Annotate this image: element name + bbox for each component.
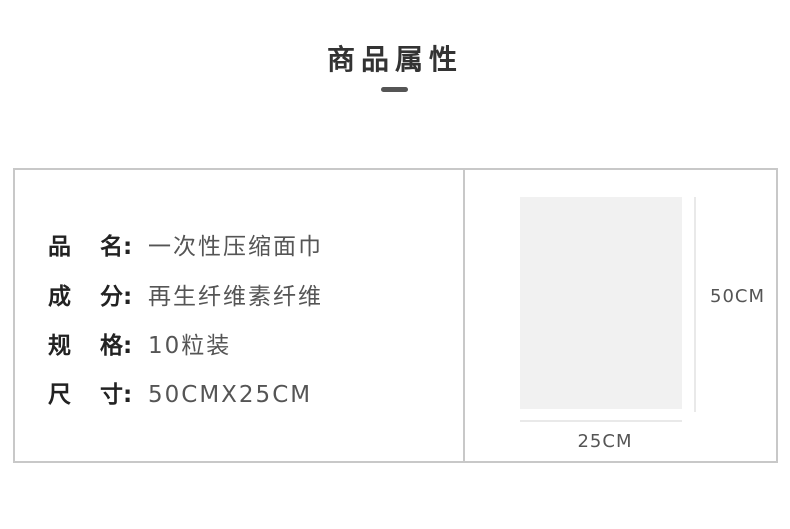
attribute-label-rest: 格: — [100, 333, 133, 359]
attribute-label-rest: 分: — [100, 284, 133, 310]
attribute-label-rest: 名: — [100, 234, 133, 260]
attribute-value: 再生纤维素纤维 — [148, 284, 323, 310]
attribute-row-size: 尺 寸: 50CMX25CM — [48, 379, 312, 411]
height-dimension-label: 50CM — [710, 286, 766, 307]
attribute-row-material: 成 分: 再生纤维素纤维 — [48, 281, 323, 313]
attribute-label-first: 尺 — [48, 382, 71, 408]
attribute-value: 10粒装 — [148, 333, 232, 359]
attribute-value: 一次性压缩面巾 — [148, 234, 323, 260]
section-title: 商品属性 — [326, 43, 463, 76]
panel-divider — [463, 170, 465, 461]
attribute-value: 50CMX25CM — [148, 382, 313, 408]
height-dimension-line — [694, 197, 696, 412]
attribute-label: 尺 寸: — [48, 379, 148, 411]
attribute-label-first: 成 — [48, 284, 71, 310]
attribute-label-rest: 寸: — [100, 382, 133, 408]
attribute-label-first: 品 — [48, 234, 71, 260]
width-dimension-line — [520, 420, 682, 422]
attribute-row-name: 品 名: 一次性压缩面巾 — [48, 231, 323, 263]
attribute-row-spec: 规 格: 10粒装 — [48, 330, 231, 362]
attribute-label: 成 分: — [48, 281, 148, 313]
towel-illustration — [520, 197, 682, 409]
attribute-label: 品 名: — [48, 231, 148, 263]
width-dimension-label: 25CM — [577, 431, 633, 452]
attribute-label: 规 格: — [48, 330, 148, 362]
attribute-label-first: 规 — [48, 333, 71, 359]
attributes-panel: 品 名: 一次性压缩面巾 成 分: 再生纤维素纤维 规 格: 10粒装 尺 寸: 50CMX25… — [13, 168, 778, 463]
title-underline — [381, 87, 408, 92]
